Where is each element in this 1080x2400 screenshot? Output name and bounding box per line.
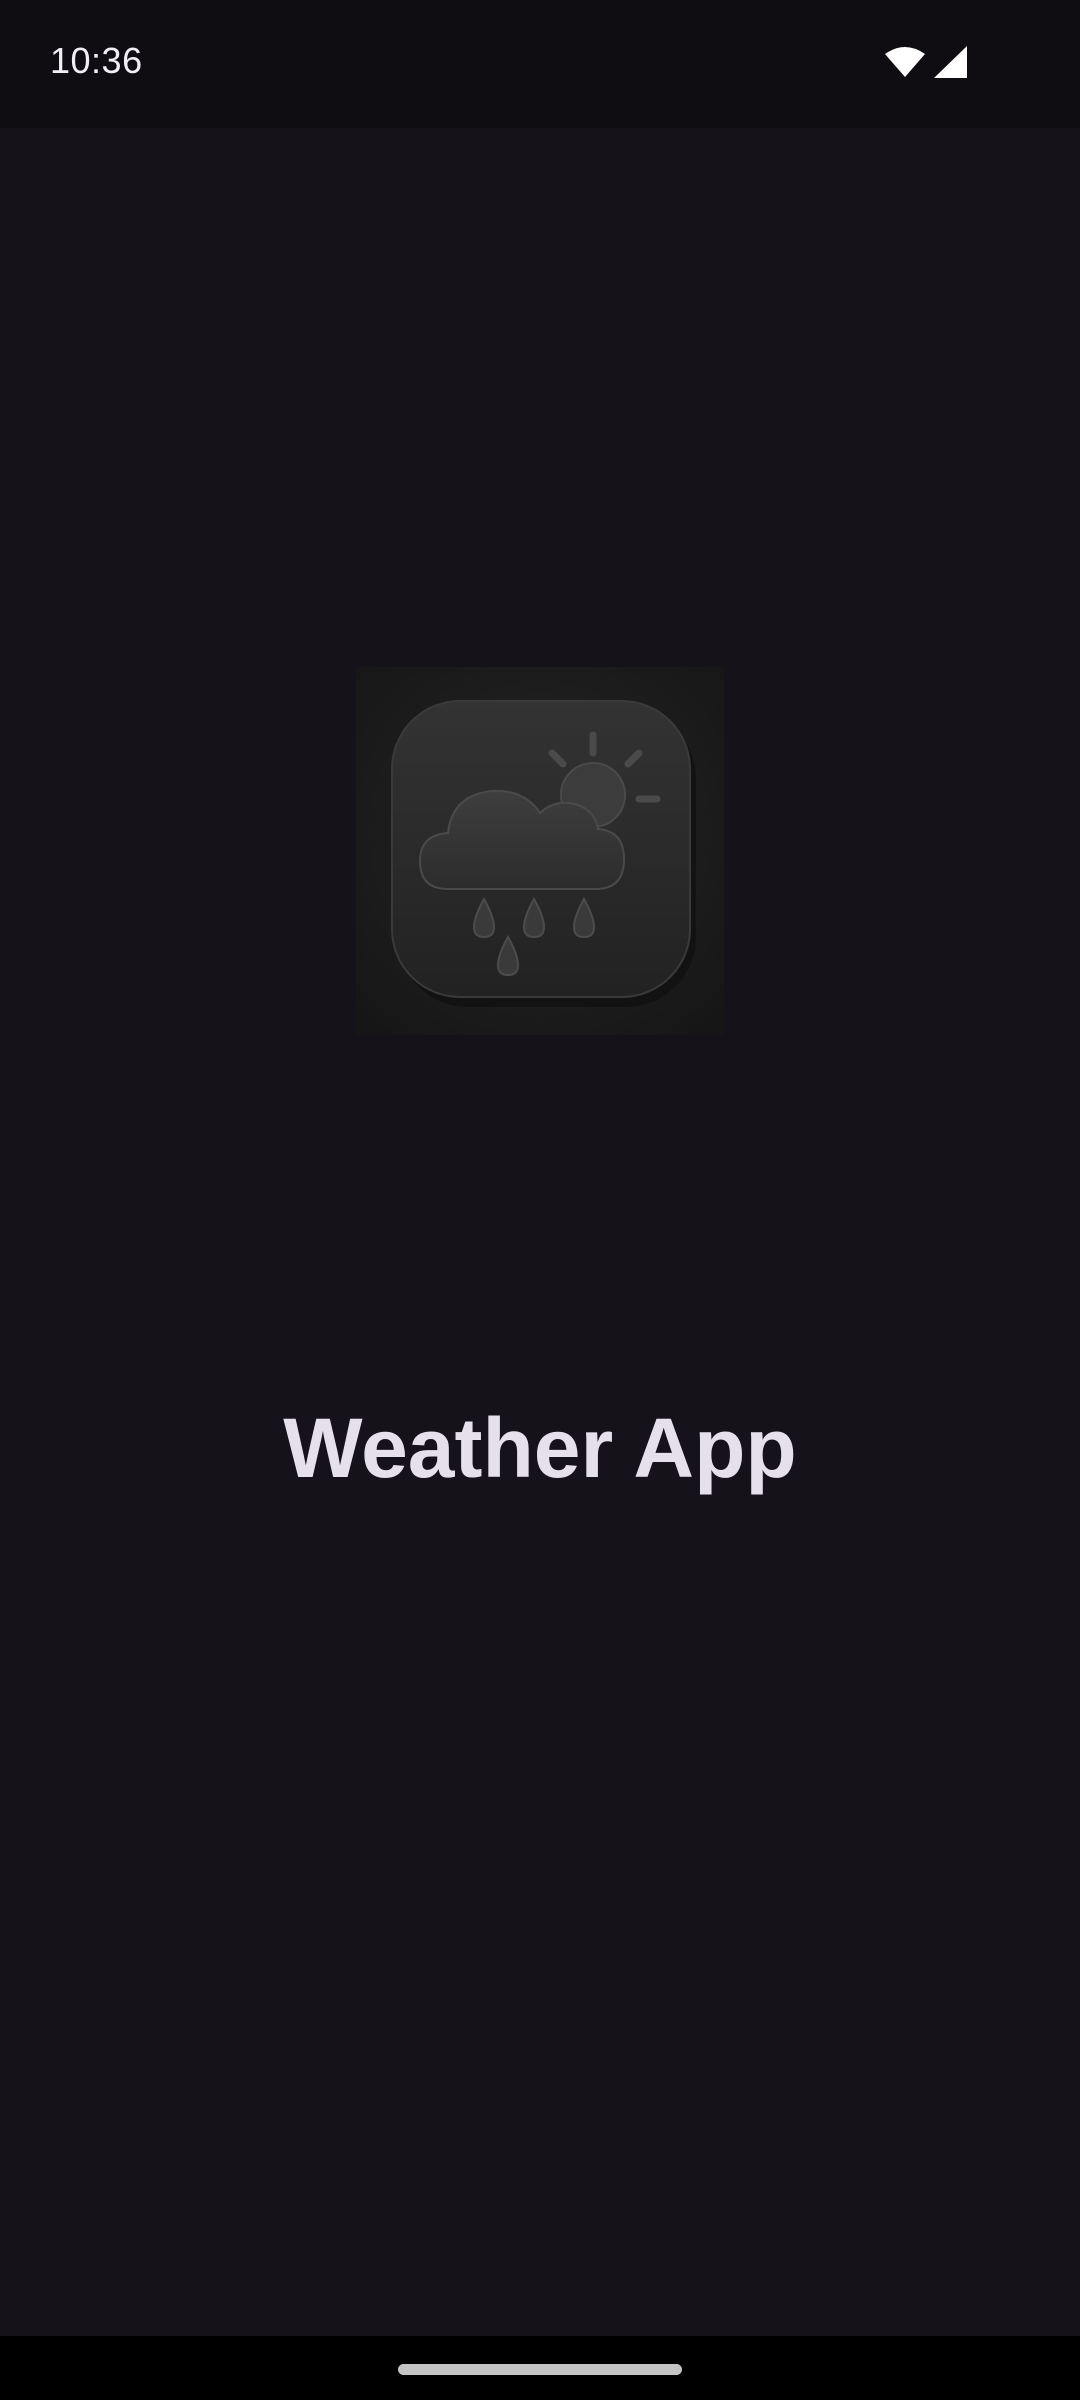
cellular-signal-icon: [934, 46, 968, 78]
status-time: 10:36: [50, 40, 143, 81]
wifi-icon: [884, 46, 926, 78]
status-icons: [884, 46, 968, 78]
status-bar: 10:36: [0, 0, 1080, 128]
app-title: Weather App: [283, 1401, 797, 1495]
rain-cloud-sun-icon: [356, 667, 724, 1035]
home-gesture-handle[interactable]: [398, 2364, 682, 2375]
navigation-bar: [0, 2336, 1080, 2400]
splash-screen: 10:36 Weather App: [0, 0, 1080, 2400]
